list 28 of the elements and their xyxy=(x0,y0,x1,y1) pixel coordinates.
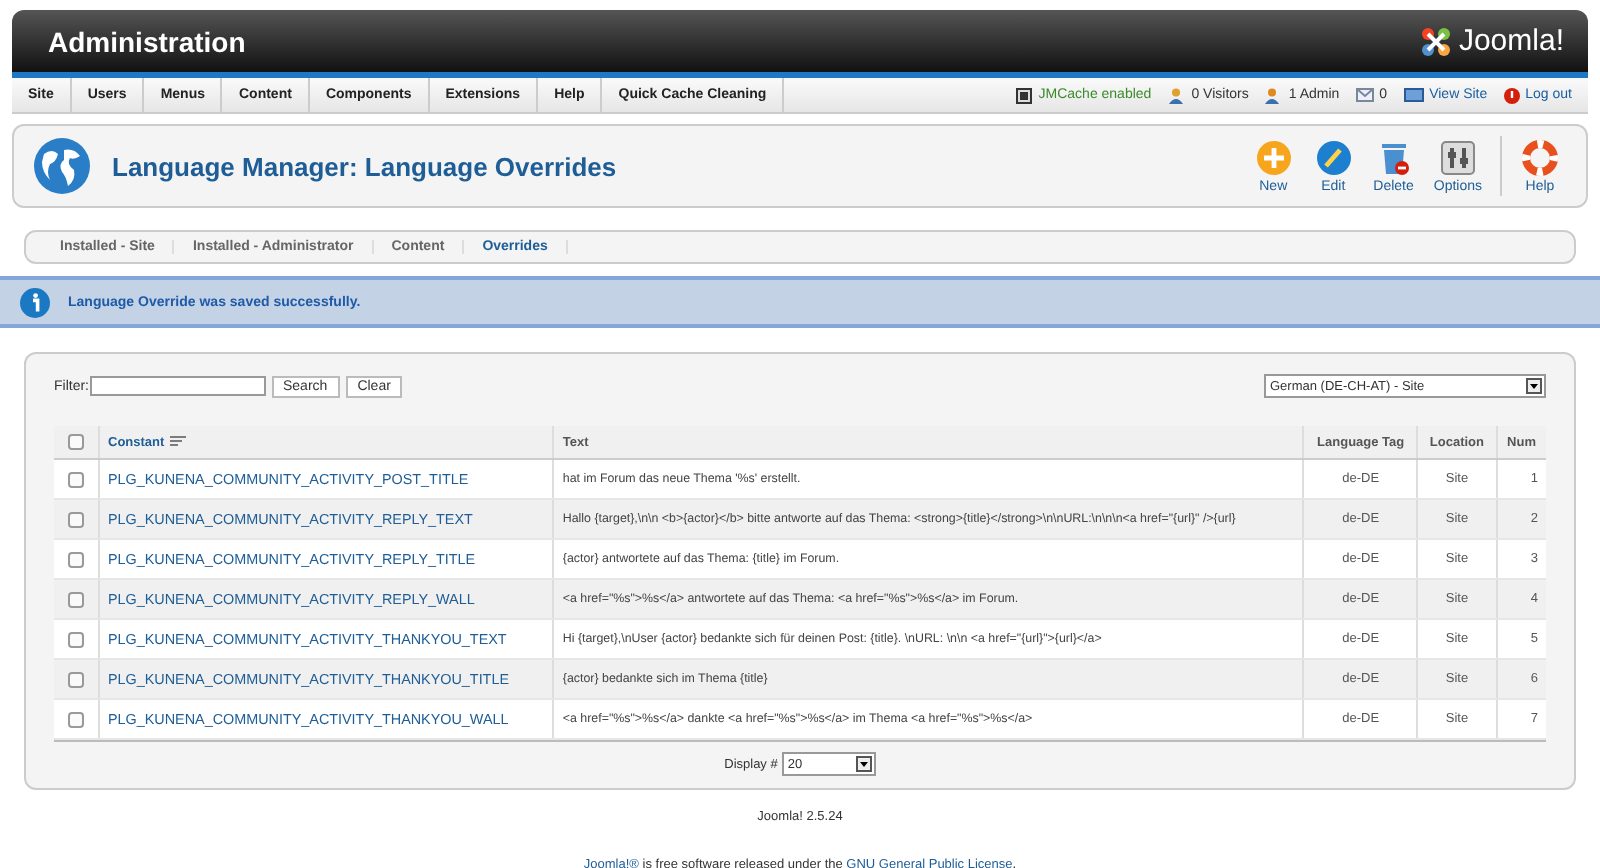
sort-icon xyxy=(170,436,187,448)
row-checkbox[interactable] xyxy=(68,471,84,487)
mail-icon xyxy=(1355,88,1374,102)
user-icon xyxy=(1264,87,1283,103)
globe-icon xyxy=(32,136,92,196)
row-checkbox[interactable] xyxy=(68,551,84,567)
options-icon xyxy=(1439,139,1476,175)
info-icon xyxy=(20,287,50,317)
logo-text: Joomla! xyxy=(1458,24,1564,58)
dropdown-arrow-icon xyxy=(855,756,872,772)
header-title: Administration xyxy=(48,25,246,57)
row-checkbox[interactable] xyxy=(68,631,84,647)
logout-icon xyxy=(1503,87,1520,103)
row-checkbox[interactable] xyxy=(68,591,84,607)
row-checkbox[interactable] xyxy=(68,711,84,727)
row-checkbox[interactable] xyxy=(68,511,84,527)
cache-icon xyxy=(1016,87,1033,103)
select-all-checkbox[interactable] xyxy=(68,434,84,450)
plus-icon xyxy=(1255,139,1292,175)
user-icon xyxy=(1167,87,1186,103)
page-title: Language Manager: Language Overrides xyxy=(112,151,619,181)
lifebuoy-icon xyxy=(1522,139,1558,175)
monitor-icon xyxy=(1403,88,1424,102)
filter-field[interactable] xyxy=(89,376,265,396)
row-checkbox[interactable] xyxy=(68,671,84,687)
logo-icon xyxy=(1420,25,1453,57)
pencil-icon xyxy=(1315,139,1352,175)
dropdown-arrow-icon xyxy=(1526,378,1542,394)
